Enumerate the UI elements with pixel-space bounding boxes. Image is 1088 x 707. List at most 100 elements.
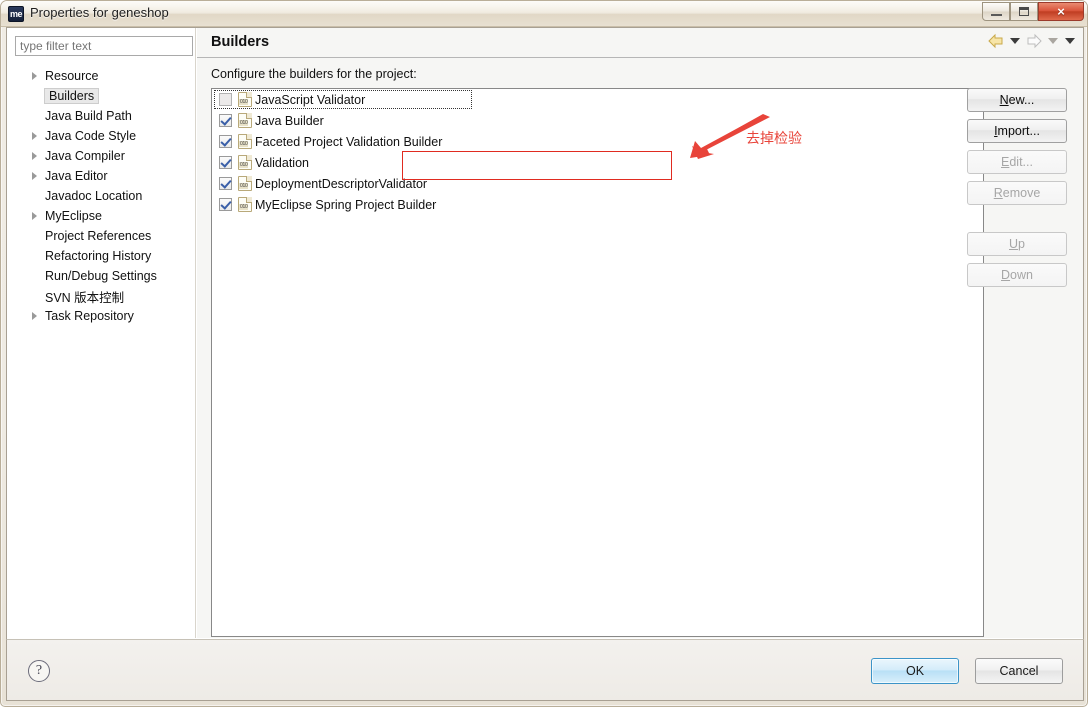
up-button: Up [967,232,1067,256]
sidebar-item-java-code-style[interactable]: Java Code Style [7,126,196,146]
builder-name: JavaScript Validator [255,92,366,107]
builder-checkbox[interactable] [219,177,232,190]
sidebar-item-java-compiler[interactable]: Java Compiler [7,146,196,166]
sidebar-item-project-references[interactable]: Project References [7,226,196,246]
sidebar-item-refactoring-history[interactable]: Refactoring History [7,246,196,266]
sidebar-item-label: Builders [44,88,100,104]
builder-name: Faceted Project Validation Builder [255,134,443,149]
builder-row[interactable]: 010 Validation [212,152,983,173]
sidebar-item-task-repository[interactable]: Task Repository [7,306,196,326]
sidebar-item-run-debug-settings[interactable]: Run/Debug Settings [7,266,196,286]
forward-arrow-icon [1025,33,1043,49]
sidebar-item-label: Java Build Path [45,109,132,123]
binary-glyph: 010 [239,162,249,168]
myeclipse-app-icon: me [8,6,24,22]
dialog-content: Resource Builders Java Build Path Java Code… [6,27,1084,639]
remove-button: Remove [967,181,1067,205]
sidebar-item-label: Resource [45,69,99,83]
sidebar-item-resource[interactable]: Resource [7,66,196,86]
sidebar-item-javadoc-location[interactable]: Javadoc Location [7,186,196,206]
sidebar-item-label: MyEclipse [45,209,102,223]
edit-button: Edit... [967,150,1067,174]
page-navigation [987,33,1077,49]
page-body: Configure the builders for the project: … [197,59,1083,638]
dialog-footer: ? OK Cancel [6,639,1084,701]
builders-action-buttons: New... Import... Edit... Remove Up Down [967,88,1069,294]
button-group-spacer [967,212,1069,232]
builder-row[interactable]: 010 DeploymentDescriptorValidator [212,173,983,194]
sidebar-item-label: Task Repository [45,309,134,323]
builder-row[interactable]: 010 Faceted Project Validation Builder [212,131,983,152]
back-arrow-icon[interactable] [987,33,1005,49]
sidebar-item-label: Refactoring History [45,249,152,263]
cancel-button[interactable]: Cancel [975,658,1063,684]
sidebar-item-label: SVN 版本控制 [45,290,125,305]
binary-glyph: 010 [239,141,249,147]
sidebar-item-java-editor[interactable]: Java Editor [7,166,196,186]
configure-builders-label: Configure the builders for the project: [211,67,417,81]
builders-list[interactable]: 010 JavaScript Validator 010 Java Builder 01… [211,88,984,637]
help-icon[interactable]: ? [28,660,50,682]
expand-triangle-icon[interactable] [32,132,37,140]
window-controls: × [982,2,1084,21]
builder-file-icon: 010 [238,92,252,107]
title-bar[interactable]: me Properties for geneshop × [1,1,1087,27]
minimize-button[interactable] [982,2,1010,21]
settings-tree-panel: Resource Builders Java Build Path Java Code… [7,28,196,638]
builder-file-icon: 010 [238,113,252,128]
sidebar-item-label: Java Compiler [45,149,125,163]
view-menu-chevron-down-icon[interactable] [1065,38,1075,44]
page-title: Builders [211,34,270,50]
sidebar-item-label: Java Code Style [45,129,137,143]
close-button[interactable]: × [1038,2,1084,21]
settings-tree[interactable]: Resource Builders Java Build Path Java Code… [7,64,196,638]
close-icon: × [1057,4,1065,19]
sidebar-item-java-build-path[interactable]: Java Build Path [7,106,196,126]
builder-checkbox[interactable] [219,198,232,211]
builder-checkbox[interactable] [219,114,232,127]
builder-row[interactable]: 010 MyEclipse Spring Project Builder [212,194,983,215]
builder-name: DeploymentDescriptorValidator [255,176,428,191]
sidebar-item-label: Project References [45,229,152,243]
builder-checkbox[interactable] [219,156,232,169]
expand-triangle-icon[interactable] [32,152,37,160]
sidebar-item-label: Javadoc Location [45,189,143,203]
sidebar-item-label: Run/Debug Settings [45,269,157,283]
restore-icon [1011,3,1037,20]
properties-dialog-window: me Properties for geneshop × Resource Bui… [0,0,1088,707]
forward-menu-chevron-down-icon [1048,38,1058,44]
expand-triangle-icon[interactable] [32,312,37,320]
binary-glyph: 010 [239,204,249,210]
builder-row[interactable]: 010 JavaScript Validator [212,89,983,110]
sidebar-item-label: Java Editor [45,169,108,183]
window-title: Properties for geneshop [30,5,169,20]
builder-name: Java Builder [255,113,324,128]
builder-name: Validation [255,155,309,170]
builder-file-icon: 010 [238,155,252,170]
builder-checkbox[interactable] [219,135,232,148]
new-button[interactable]: New... [967,88,1067,112]
builder-file-icon: 010 [238,134,252,149]
builder-file-icon: 010 [238,197,252,212]
builder-checkbox[interactable] [219,93,232,106]
down-button: Down [967,263,1067,287]
minimize-icon [983,3,1009,20]
builder-row[interactable]: 010 Java Builder [212,110,983,131]
sidebar-item-builders[interactable]: Builders [7,86,196,106]
builder-file-icon: 010 [238,176,252,191]
page-header: Builders [197,28,1083,58]
expand-triangle-icon[interactable] [32,212,37,220]
filter-input[interactable] [15,36,193,56]
expand-triangle-icon[interactable] [32,72,37,80]
import-button[interactable]: Import... [967,119,1067,143]
ok-button[interactable]: OK [871,658,959,684]
expand-triangle-icon[interactable] [32,172,37,180]
page-panel: Builders Configure the builders for the … [197,28,1083,638]
sidebar-item-myeclipse[interactable]: MyEclipse [7,206,196,226]
sidebar-item-svn[interactable]: SVN 版本控制 [7,286,196,306]
back-menu-chevron-down-icon[interactable] [1010,38,1020,44]
binary-glyph: 010 [239,99,249,105]
restore-button[interactable] [1010,2,1038,21]
binary-glyph: 010 [239,183,249,189]
builder-name: MyEclipse Spring Project Builder [255,197,437,212]
